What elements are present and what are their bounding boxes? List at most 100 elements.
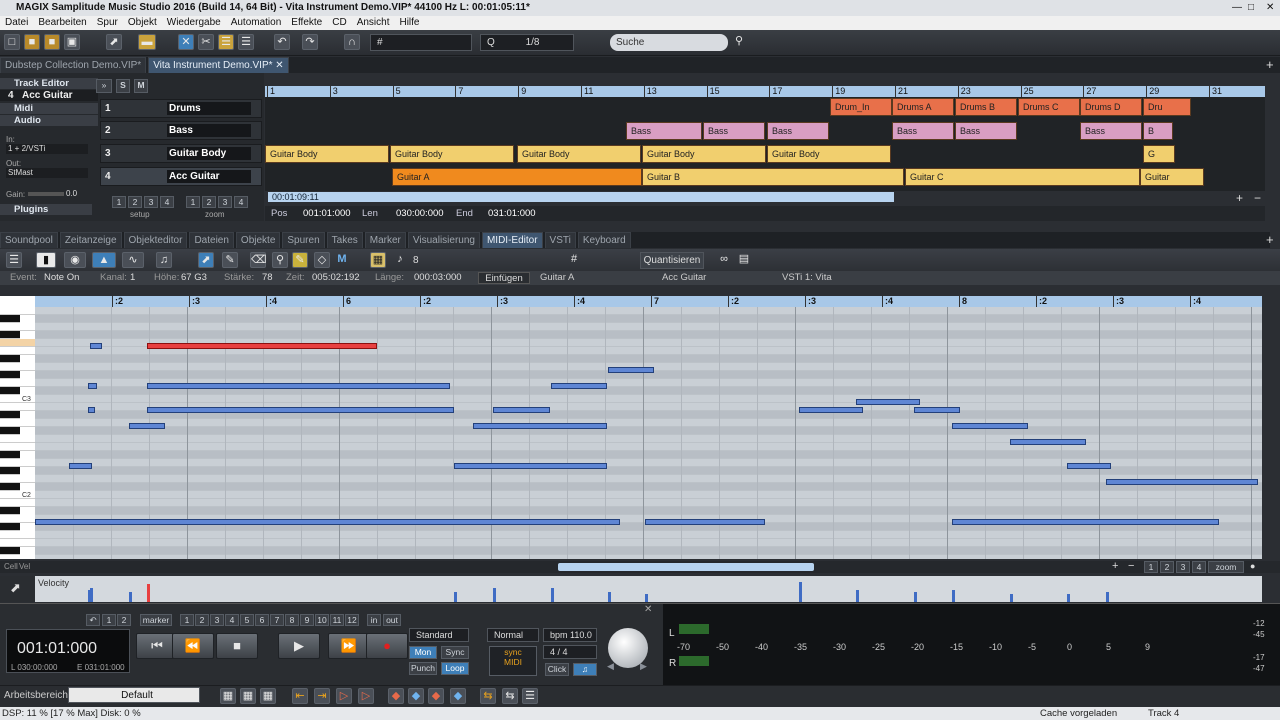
midi-note[interactable] [88,407,95,413]
velocity-bar[interactable] [1106,592,1109,602]
marker-1-button[interactable]: 1 [102,614,116,626]
piano-key[interactable] [0,427,20,435]
piano-key[interactable] [0,539,35,547]
menu-automation[interactable]: Automation [226,16,287,30]
out-button[interactable]: out [383,614,401,626]
zoom-in-icon[interactable]: + [1236,191,1243,205]
marker-button[interactable]: 3 [210,614,224,626]
track-header[interactable]: 4 Acc Guitar [100,167,262,186]
midi-note[interactable] [129,423,165,429]
tab-keyboard[interactable]: Keyboard [577,232,631,248]
midi-section[interactable]: Midi [0,103,98,114]
marker-nav-3-icon[interactable]: ◆ [428,688,444,704]
zoom-2-button[interactable]: 2 [202,196,216,208]
tool-1-icon[interactable]: ⇆ [480,688,496,704]
time-value[interactable]: 005:02:192 [312,271,360,285]
arrange-time-bar[interactable]: 00:01:09:11 [268,192,894,202]
piano-key[interactable] [0,419,35,427]
piano-key[interactable] [0,467,20,475]
piano-key[interactable] [0,411,20,419]
search-icon[interactable]: ⚲ [731,34,747,50]
marker-nav-2-icon[interactable]: ◆ [408,688,424,704]
mute-all-button[interactable]: M [134,79,148,93]
piano-key[interactable] [0,403,35,411]
highlight-tool-icon[interactable]: ✎ [292,252,308,268]
selected-note[interactable] [147,343,377,349]
piano-key[interactable] [0,531,35,539]
record-mode-select[interactable]: Standard [409,628,469,642]
layout-2-icon[interactable]: ▦ [240,688,256,704]
edit-2-icon[interactable]: ⇥ [314,688,330,704]
velocity-bar[interactable] [129,592,132,602]
guitar-body-clip[interactable]: Guitar Body [767,145,891,163]
align-icon[interactable]: ☰ [238,34,254,50]
piano-key[interactable] [0,363,35,371]
crossfade-icon[interactable]: ✕ [178,34,194,50]
plugins-section[interactable]: Plugins [0,204,92,215]
drum-clip[interactable]: Drums B [955,98,1017,116]
click-settings-button[interactable]: ♫ [573,663,597,676]
snap-magnet-icon[interactable]: ∩ [344,34,360,50]
midi-note[interactable] [147,407,454,413]
acc-guitar-clip[interactable]: Guitar B [642,168,904,186]
tab-dubstep-collection[interactable]: Dubstep Collection Demo.VIP* [0,57,147,73]
track-selector[interactable]: 4 Acc Guitar [0,90,98,101]
midi-note[interactable] [454,463,607,469]
rewind-button[interactable]: ⏪ [172,633,214,659]
tempo-field[interactable]: bpm 110.0 [543,628,597,642]
velocity-value[interactable]: 78 [262,271,273,285]
midi-note[interactable] [147,383,450,389]
menu-hilfe[interactable]: Hilfe [394,16,424,30]
zoom-4-button[interactable]: 4 [234,196,248,208]
track-select[interactable]: Acc Guitar [662,271,706,285]
select-tool-icon[interactable]: ⬈ [198,252,214,268]
bass-clip[interactable]: Bass [1080,122,1142,140]
marker-nav-4-icon[interactable]: ◆ [450,688,466,704]
zoom-preset-button[interactable]: 2 [1160,561,1174,573]
setup-2-button[interactable]: 2 [128,196,142,208]
marker-prev-button[interactable]: ↶ [86,614,100,626]
midi-note[interactable] [551,383,607,389]
velocity-bar[interactable] [493,588,496,602]
piano-key[interactable] [0,371,20,379]
marker-2-button[interactable]: 2 [117,614,131,626]
piano-key[interactable] [0,355,20,363]
zoom-menu[interactable]: zoom [1208,561,1244,573]
zoom-preset-button[interactable]: 1 [1144,561,1158,573]
pencil-tool-icon[interactable]: ✎ [222,252,238,268]
track-header[interactable]: 3 Guitar Body [100,144,262,163]
zoom-out-icon[interactable]: − [1254,191,1261,205]
midi-note[interactable] [1067,463,1111,469]
piano-key[interactable] [0,379,35,387]
insert-button[interactable]: Einfügen [478,272,530,284]
marker-button[interactable]: 5 [240,614,254,626]
tab-objekte[interactable]: Objekte [235,232,281,248]
mute-tool-icon[interactable]: ◇ [314,252,330,268]
track-name[interactable]: Guitar Body [167,147,251,160]
list-view-icon[interactable]: ☰ [6,252,22,268]
click-button[interactable]: Click [545,663,569,676]
lock-icon[interactable]: ● [1250,561,1255,571]
expand-tracks-button[interactable]: » [96,79,112,93]
add-panel-icon[interactable]: + [1266,232,1274,247]
velocity-bar[interactable] [799,582,802,602]
menu-bearbeiten[interactable]: Bearbeiten [33,16,91,30]
tab-marker[interactable]: Marker [364,232,406,248]
piano-key[interactable] [0,435,35,443]
close-tab-icon[interactable]: ✕ [275,60,283,71]
midi-note[interactable] [473,423,607,429]
marker-button[interactable]: 11 [330,614,344,626]
drum-clip[interactable]: Drums A [892,98,954,116]
zoom-3-button[interactable]: 3 [218,196,232,208]
velocity-bar[interactable] [914,592,917,602]
midi-note[interactable] [493,407,550,413]
play-mode-select[interactable]: Normal [487,628,539,642]
len-value[interactable]: 030:00:000 [396,206,444,221]
velocity-pointer-icon[interactable]: ⬈ [10,580,21,596]
sync-midi-indicator[interactable]: sync MIDI [489,646,537,676]
midi-note[interactable] [69,463,92,469]
open-project-icon[interactable]: ■ [44,34,60,50]
edit-1-icon[interactable]: ⇤ [292,688,308,704]
grid-select[interactable]: # [370,34,472,51]
piano-view-icon[interactable]: ▮ [36,252,56,268]
